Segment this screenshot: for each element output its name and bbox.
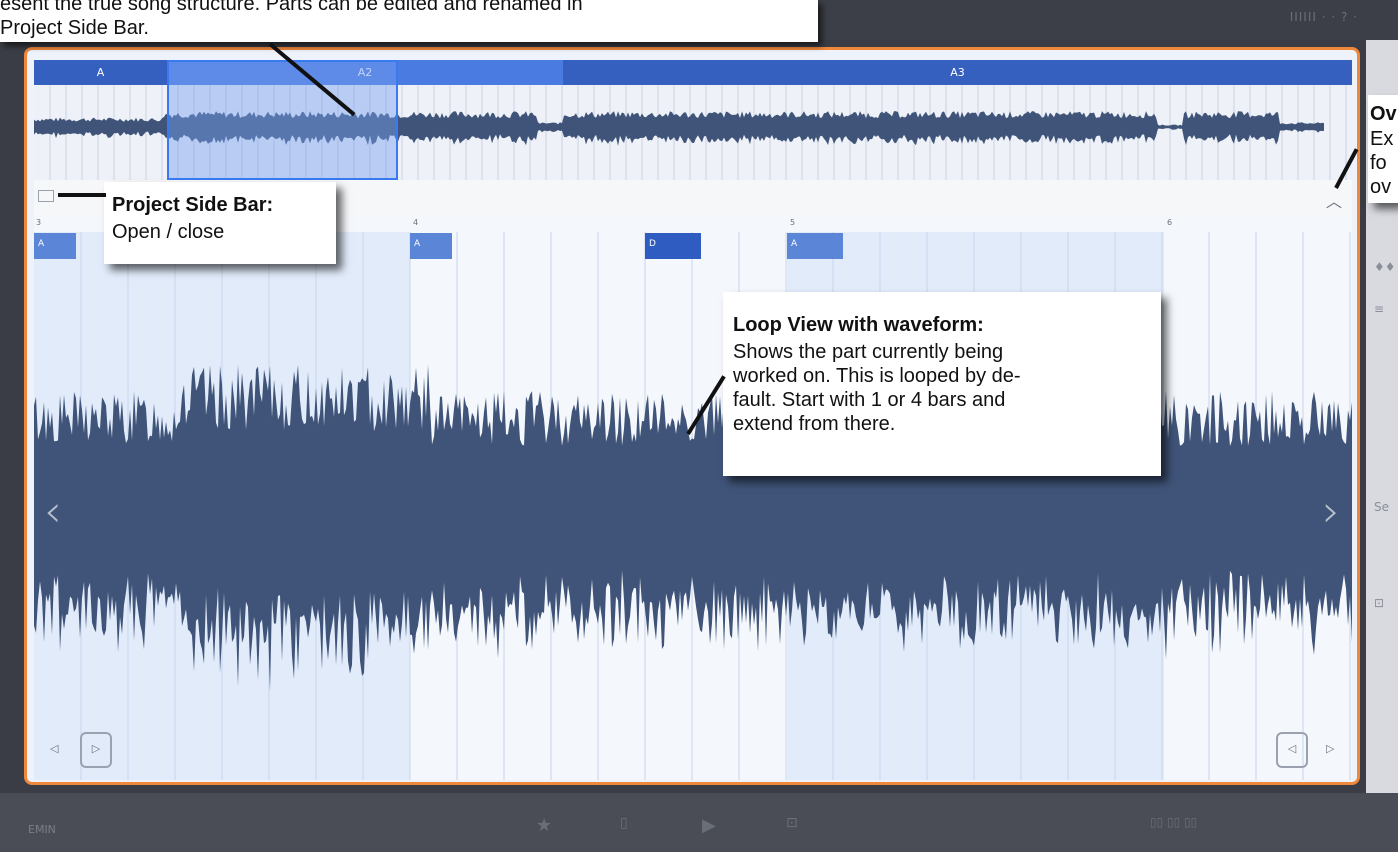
chord-label[interactable]: D <box>645 233 701 259</box>
callout-text: fault. Start with 1 or 4 bars and <box>733 389 1006 411</box>
chevron-right-icon[interactable]: › <box>1322 486 1340 537</box>
loop-end-handle[interactable]: ◁ <box>1276 732 1308 768</box>
chord-label[interactable]: A <box>410 233 452 259</box>
topbar-controls: IIIIII · · ? · <box>1289 10 1358 24</box>
callout-leader <box>58 193 106 197</box>
bar-number: 3 <box>36 218 42 227</box>
top-callout-line2: Project Side Bar. <box>0 17 149 39</box>
overview-selection[interactable] <box>167 60 398 180</box>
transport-bar: EMIN ★ ▯ ▶ ⊡ ▯▯ ▯▯ ▯▯ <box>0 793 1398 852</box>
tempo-icon[interactable]: ♦♦ <box>1374 260 1396 274</box>
callout-text: extend from there. <box>733 413 896 435</box>
transport-extra-icon[interactable]: ▯▯ ▯▯ ▯▯ <box>1150 815 1197 829</box>
sidebar-toggle-icon[interactable] <box>38 190 54 202</box>
top-callout-line1: esent the true song structure. Parts can… <box>0 0 583 15</box>
callout-text: ov <box>1370 176 1392 198</box>
song-overview[interactable]: A A2 A3 <box>34 60 1352 180</box>
top-callout: esent the true song structure. Parts can… <box>0 0 818 42</box>
part-a[interactable]: A <box>34 60 167 85</box>
add-icon[interactable]: ⊡ <box>1374 596 1384 610</box>
play-icon[interactable]: ▶ <box>702 815 716 836</box>
loop-end-right-icon[interactable]: ▷ <box>1326 742 1334 755</box>
star-icon[interactable]: ★ <box>536 815 552 836</box>
callout-text: worked on. This is looped by de- <box>733 365 1021 387</box>
part-a3[interactable]: A3 <box>563 60 1352 85</box>
settings-icon[interactable]: Se <box>1374 500 1389 514</box>
menu-icon[interactable]: ≡ <box>1374 302 1384 316</box>
bar-number: 6 <box>1167 218 1173 227</box>
callout-text: Ex <box>1370 128 1394 150</box>
metronome-icon[interactable]: ▯ <box>620 815 628 831</box>
bar-number: 4 <box>413 218 419 227</box>
callout-heading: Project Side Bar: <box>112 194 274 216</box>
callout-heading: Loop View with waveform: <box>733 314 984 336</box>
bar-number: 5 <box>790 218 796 227</box>
chevron-left-icon[interactable]: ‹ <box>44 486 62 537</box>
loop-view-callout: Loop View with waveform: Shows the part … <box>723 292 1161 476</box>
callout-text: Shows the part currently being <box>733 341 1004 363</box>
overview-callout: Ov Ex fo ov <box>1368 95 1398 203</box>
callout-text: Open / close <box>112 221 225 243</box>
chord-label[interactable]: A <box>34 233 76 259</box>
loop-start-left-icon[interactable]: ◁ <box>50 742 58 755</box>
sidebar-callout: Project Side Bar: Open / close <box>104 182 336 264</box>
chord-label[interactable]: A <box>787 233 843 259</box>
callout-heading: Ov <box>1370 103 1397 125</box>
callout-text: fo <box>1370 152 1387 174</box>
key-display[interactable]: EMIN <box>28 823 56 836</box>
loop-start-handle[interactable]: ▷ <box>80 732 112 768</box>
loop-icon[interactable]: ⊡ <box>786 815 798 831</box>
chevron-up-icon[interactable]: ︿ <box>1326 188 1342 212</box>
